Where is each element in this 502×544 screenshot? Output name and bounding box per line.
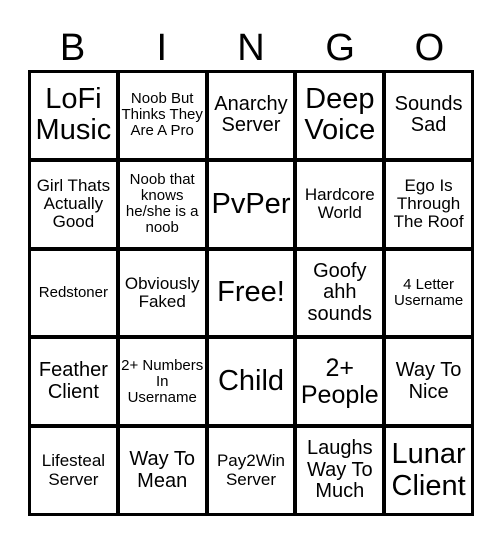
bingo-cell[interactable]: Ego Is Through The Roof [386, 161, 471, 247]
cell-label: Child [217, 365, 285, 398]
cell-label: LoFi Music [35, 83, 112, 147]
cell-label: Noob But Thinks They Are A Pro [121, 90, 203, 140]
cell-label: Lifesteal Server [41, 451, 106, 489]
cell-label: Lunar Client [391, 438, 466, 502]
cell-label: Sounds Sad [394, 92, 463, 137]
bingo-cell[interactable]: Pay2Win Server [208, 428, 294, 513]
bingo-cell[interactable]: Noob that knows he/she is a noob [119, 161, 205, 247]
header-letter-i: I [156, 27, 168, 69]
free-space-cell[interactable]: Free! [208, 250, 294, 336]
bingo-cell[interactable]: 2+ Numbers In Username [119, 339, 205, 425]
cell-label: PvPer [211, 187, 291, 220]
cell-label: Redstoner [38, 283, 108, 301]
bingo-grid: LoFi Music Noob But Thinks They Are A Pro… [28, 70, 474, 516]
bingo-cell[interactable]: Goofy ahh sounds [297, 250, 383, 336]
header-letter-n: N [237, 27, 265, 69]
bingo-cell[interactable]: PvPer [208, 161, 294, 247]
bingo-cell[interactable]: Anarchy Server [208, 73, 294, 158]
cell-label: Laughs Way To Much [306, 437, 373, 503]
header-letter-g: G [325, 27, 355, 69]
cell-label: Feather Client [38, 359, 108, 403]
bingo-cell[interactable]: Hardcore World [297, 161, 383, 247]
bingo-cell[interactable]: Way To Mean [119, 428, 205, 513]
header-letter-b: B [59, 27, 86, 69]
bingo-cell[interactable]: 4 Letter Username [386, 250, 471, 336]
bingo-cell[interactable]: Noob But Thinks They Are A Pro [119, 73, 205, 158]
cell-label: 2+ People [300, 353, 379, 409]
cell-label: Obviously Faked [124, 273, 200, 311]
cell-label: Noob that knows he/she is a noob [125, 170, 199, 237]
bingo-cell[interactable]: Obviously Faked [119, 250, 205, 336]
cell-label: Pay2Win Server [216, 451, 285, 489]
bingo-cell[interactable]: LoFi Music [31, 73, 116, 158]
bingo-cell[interactable]: Child [208, 339, 294, 425]
cell-label: Free! [217, 276, 285, 309]
bingo-cell[interactable]: Sounds Sad [386, 73, 471, 158]
bingo-cell[interactable]: Laughs Way To Much [297, 428, 383, 513]
cell-label: Hardcore World [304, 184, 375, 223]
cell-label: Goofy ahh sounds [307, 259, 373, 325]
bingo-cell[interactable]: Way To Nice [386, 339, 471, 425]
cell-label: Ego Is Through The Roof [393, 175, 464, 232]
cell-label: 4 Letter Username [393, 275, 464, 309]
bingo-cell[interactable]: 2+ People [297, 339, 383, 425]
cell-label: Way To Mean [129, 448, 195, 492]
cell-label: Anarchy Server [214, 92, 288, 137]
bingo-cell[interactable]: Feather Client [31, 339, 116, 425]
bingo-cell[interactable]: Girl Thats Actually Good [31, 161, 116, 247]
cell-label: Way To Nice [395, 359, 462, 403]
bingo-header: B I N G O [28, 26, 474, 70]
cell-label: 2+ Numbers In Username [121, 356, 204, 406]
cell-label: Girl Thats Actually Good [36, 175, 111, 232]
cell-label: Deep Voice [304, 83, 376, 147]
bingo-cell[interactable]: Lifesteal Server [31, 428, 116, 513]
bingo-cell[interactable]: Redstoner [31, 250, 116, 336]
bingo-cell[interactable]: Deep Voice [297, 73, 383, 158]
header-letter-o: O [414, 27, 445, 69]
bingo-cell[interactable]: Lunar Client [386, 428, 471, 513]
